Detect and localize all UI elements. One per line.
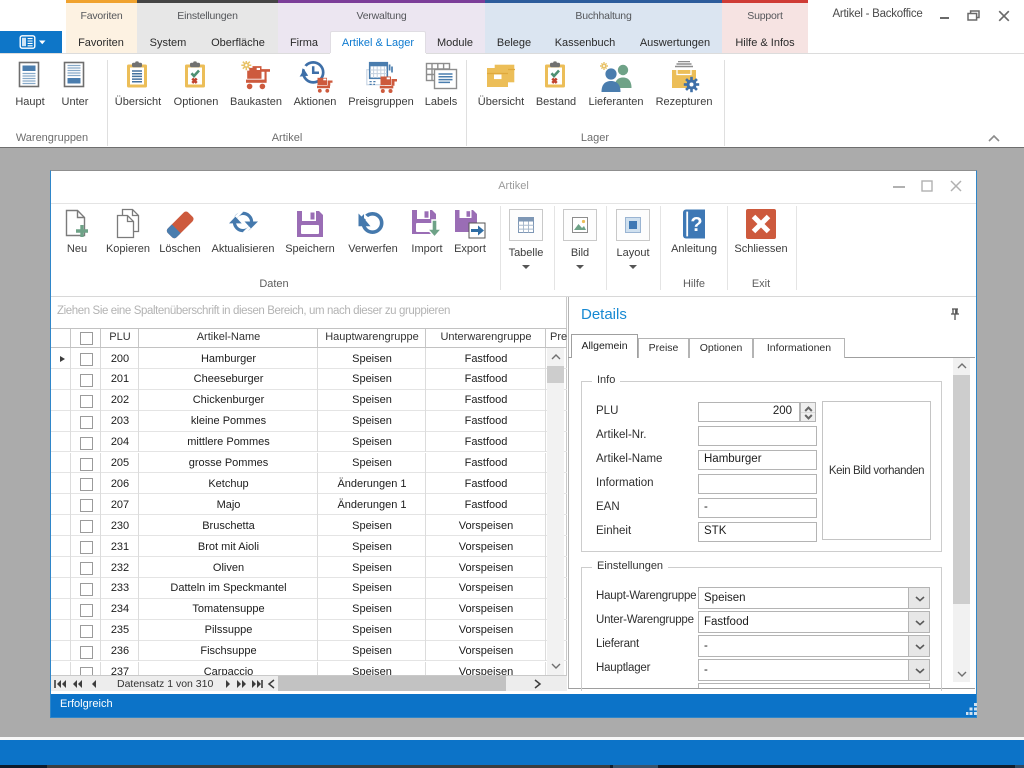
svg-text:?: ?	[690, 214, 702, 236]
